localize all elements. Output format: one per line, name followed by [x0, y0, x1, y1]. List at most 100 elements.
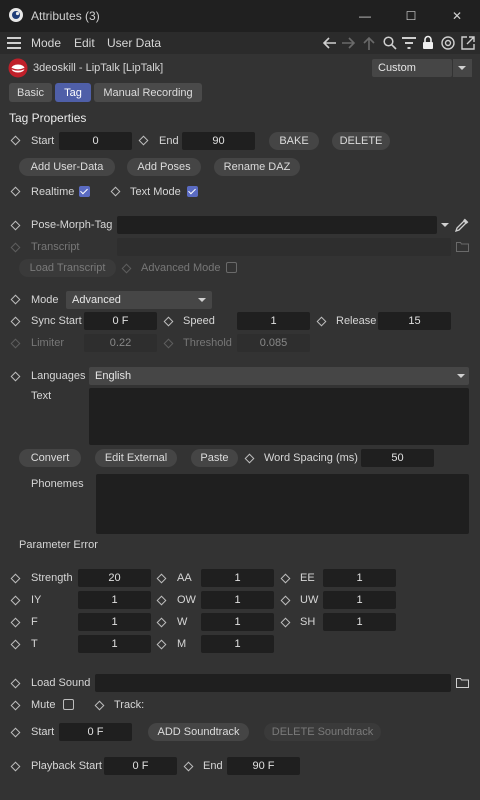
param-field[interactable]: 1	[323, 569, 396, 587]
load-sound-field[interactable]	[95, 674, 451, 692]
load-sound-label: Load Sound	[31, 677, 91, 689]
param-field[interactable]: 20	[78, 569, 151, 587]
folder-icon[interactable]	[456, 677, 469, 688]
param-field[interactable]: 1	[78, 635, 151, 653]
keyframe-diamond-icon[interactable]	[10, 761, 21, 772]
app-logo-icon	[8, 7, 24, 23]
target-icon[interactable]	[441, 36, 455, 50]
param-field[interactable]: 1	[201, 591, 274, 609]
languages-dropdown[interactable]: English	[89, 367, 469, 385]
tab-manual-recording[interactable]: Manual Recording	[94, 83, 202, 102]
keyframe-diamond-icon[interactable]	[10, 220, 21, 231]
keyframe-diamond-icon[interactable]	[10, 186, 21, 197]
phonemes-area[interactable]	[96, 474, 469, 534]
keyframe-diamond-icon[interactable]	[10, 371, 21, 382]
param-field[interactable]: 1	[78, 613, 151, 631]
keyframe-diamond-icon[interactable]	[163, 316, 174, 327]
param-field[interactable]: 1	[201, 635, 274, 653]
keyframe-diamond-icon[interactable]	[280, 573, 291, 584]
menu-user-data[interactable]: User Data	[107, 36, 161, 50]
param-field[interactable]: 1	[201, 613, 274, 631]
keyframe-diamond-icon[interactable]	[110, 186, 121, 197]
maximize-button[interactable]: ☐	[388, 0, 434, 32]
start-label: Start	[31, 135, 55, 147]
keyframe-diamond-icon[interactable]	[10, 135, 21, 146]
tab-tag[interactable]: Tag	[55, 83, 91, 102]
keyframe-diamond-icon[interactable]	[156, 617, 167, 628]
edit-external-button[interactable]: Edit External	[95, 449, 177, 467]
menu-mode[interactable]: Mode	[31, 36, 61, 50]
keyframe-diamond-icon[interactable]	[316, 316, 327, 327]
keyframe-diamond-icon[interactable]	[10, 595, 21, 606]
phonemes-label: Phonemes	[31, 478, 84, 490]
keyframe-diamond-icon[interactable]	[10, 617, 21, 628]
word-spacing-field[interactable]: 50	[361, 449, 434, 467]
playback-end-field[interactable]: 90 F	[227, 757, 300, 775]
chevron-down-icon[interactable]	[441, 223, 449, 227]
tab-basic[interactable]: Basic	[9, 83, 52, 102]
release-field[interactable]: 15	[378, 312, 451, 330]
keyframe-diamond-icon[interactable]	[10, 700, 21, 711]
delete-button[interactable]: DELETE	[332, 132, 390, 150]
keyframe-diamond-icon[interactable]	[10, 316, 21, 327]
eyedropper-icon[interactable]	[454, 217, 470, 233]
track-label: Track:	[114, 699, 145, 711]
keyframe-diamond-icon[interactable]	[156, 595, 167, 606]
back-arrow-icon[interactable]	[321, 36, 337, 50]
convert-button[interactable]: Convert	[19, 449, 81, 467]
keyframe-diamond-icon[interactable]	[280, 617, 291, 628]
parameter-error-text: Parameter Error	[19, 539, 98, 551]
hamburger-icon[interactable]	[7, 37, 21, 49]
up-arrow-icon[interactable]	[362, 35, 376, 51]
mute-checkbox[interactable]	[63, 699, 74, 710]
title-bar: Attributes (3) — ☐ ✕	[0, 0, 480, 32]
keyframe-diamond-icon[interactable]	[156, 573, 167, 584]
add-soundtrack-button[interactable]: ADD Soundtrack	[148, 723, 249, 741]
minimize-button[interactable]: —	[342, 0, 388, 32]
keyframe-diamond-icon[interactable]	[10, 294, 21, 305]
filter-icon[interactable]	[402, 37, 416, 49]
keyframe-diamond-icon[interactable]	[138, 135, 149, 146]
add-user-data-button[interactable]: Add User-Data	[19, 158, 115, 176]
new-window-icon[interactable]	[461, 36, 475, 50]
keyframe-diamond-icon[interactable]	[94, 700, 105, 711]
playback-start-field[interactable]: 0 F	[104, 757, 177, 775]
paste-button[interactable]: Paste	[191, 449, 238, 467]
start-field[interactable]: 0	[59, 132, 132, 150]
mode-dropdown[interactable]: Advanced	[66, 291, 212, 309]
close-button[interactable]: ✕	[434, 0, 480, 32]
sync-start-field[interactable]: 0 F	[84, 312, 157, 330]
keyframe-diamond-icon[interactable]	[10, 727, 21, 738]
param-field[interactable]: 1	[78, 591, 151, 609]
add-poses-button[interactable]: Add Poses	[127, 158, 201, 176]
menu-edit[interactable]: Edit	[74, 36, 95, 50]
text-area[interactable]	[89, 388, 469, 445]
param-label: T	[31, 638, 38, 650]
sound-start-field[interactable]: 0 F	[59, 723, 132, 741]
param-field[interactable]: 1	[323, 613, 396, 631]
keyframe-diamond-icon[interactable]	[156, 639, 167, 650]
text-mode-checkbox[interactable]	[187, 186, 198, 197]
param-field[interactable]: 1	[201, 569, 274, 587]
speed-field[interactable]: 1	[237, 312, 310, 330]
keyframe-diamond-icon[interactable]	[10, 678, 21, 689]
rename-daz-button[interactable]: Rename DAZ	[214, 158, 300, 176]
keyframe-diamond-icon[interactable]	[244, 453, 255, 464]
keyframe-diamond-icon[interactable]	[10, 573, 21, 584]
param-field[interactable]: 1	[323, 591, 396, 609]
languages-label: Languages	[31, 370, 86, 382]
pose-morph-field[interactable]	[117, 216, 437, 234]
lock-icon[interactable]	[422, 35, 434, 50]
keyframe-diamond-icon[interactable]	[10, 639, 21, 650]
bake-button[interactable]: BAKE	[269, 132, 319, 150]
layer-dropdown[interactable]: Custom	[372, 59, 452, 77]
keyframe-diamond-icon[interactable]	[280, 595, 291, 606]
keyframe-diamond-icon[interactable]	[183, 761, 194, 772]
search-icon[interactable]	[383, 36, 397, 50]
forward-arrow-icon[interactable]	[341, 36, 357, 50]
playback-end-label: End	[203, 760, 223, 772]
param-label: OW	[177, 594, 196, 606]
realtime-checkbox[interactable]	[79, 186, 90, 197]
end-field[interactable]: 90	[182, 132, 255, 150]
keyframe-diamond-icon	[121, 263, 132, 274]
